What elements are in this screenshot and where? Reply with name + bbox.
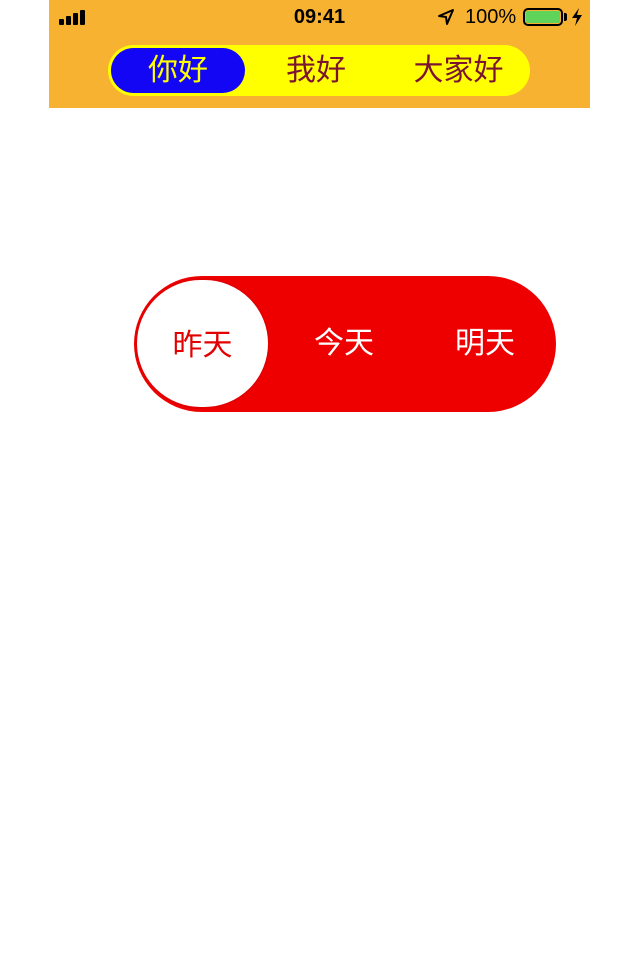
navigation-header: 09:41 100% 你好 我好 大家好 — [49, 0, 590, 108]
segment-yesterday[interactable]: 昨天 — [135, 278, 270, 409]
top-segmented-control[interactable]: 你好 我好 大家好 — [108, 45, 530, 96]
segment-dajiahao[interactable]: 大家好 — [387, 45, 530, 96]
battery-percent: 100% — [465, 6, 517, 28]
battery-icon — [523, 8, 567, 26]
segment-tomorrow[interactable]: 明天 — [415, 276, 555, 412]
charging-bolt-icon — [572, 8, 582, 26]
location-arrow-icon — [438, 9, 454, 25]
segment-today[interactable]: 今天 — [274, 276, 414, 412]
day-segmented-control[interactable]: 昨天 今天 明天 — [134, 276, 556, 412]
status-bar: 09:41 100% — [49, 0, 590, 36]
segment-nihao[interactable]: 你好 — [111, 48, 245, 93]
segment-wohao[interactable]: 我好 — [245, 45, 387, 96]
